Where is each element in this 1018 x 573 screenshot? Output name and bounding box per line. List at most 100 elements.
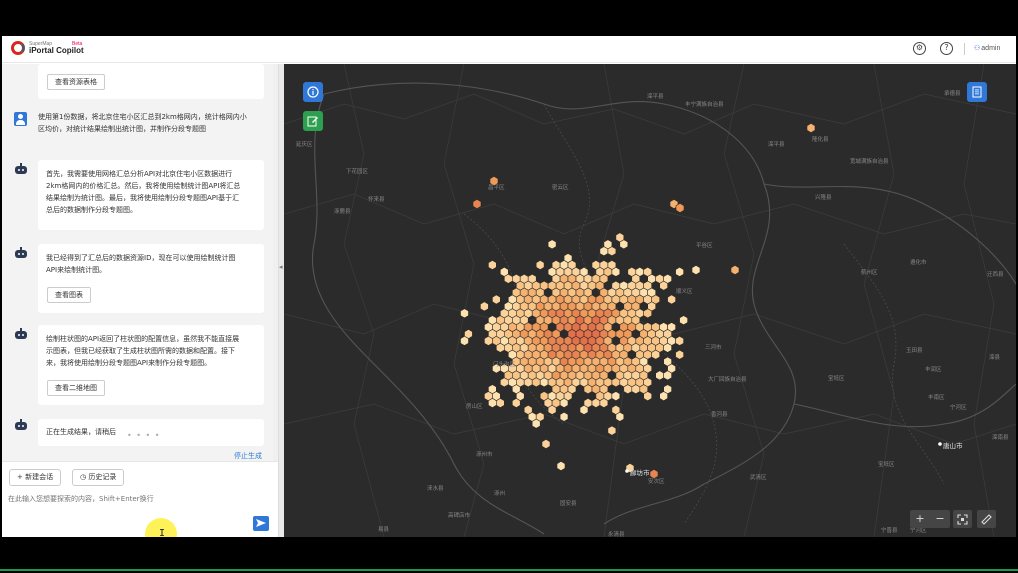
message-line: 来，我将使用绘制分段专题图API来制作分段专题图。 (46, 359, 212, 367)
new-chat-button[interactable]: + 新建会话 (9, 469, 62, 486)
hexagon-cell (691, 265, 701, 275)
chat-input[interactable] (8, 492, 238, 506)
bot-message-card: 查看资源表格 (38, 64, 264, 99)
chat-panel: 查看资源表格 使用第1份数据，将北京住宅小区汇总到2km格网内，统计格网内小 区… (2, 64, 278, 537)
document-icon (972, 86, 982, 98)
hexagon-cell (675, 335, 684, 346)
hexagon-cell (559, 398, 569, 408)
view-chart-button[interactable]: 查看图表 (47, 287, 91, 303)
hexagon-cell (547, 239, 557, 250)
hexagon-cell (611, 391, 621, 402)
hexagon-grid-layer (460, 123, 942, 479)
hexagon-cell (531, 418, 541, 429)
bot-message: 我已经得到了汇总后的数据资源ID，现在可以使用绘制统计图 API来绘制统计图。 (46, 252, 260, 276)
message-line: 首先，我需要使用网格汇总分析API对北京住宅小区数据进行 (46, 170, 233, 178)
map-place-label: 下花园区 (346, 169, 369, 175)
new-chat-label: 新建会话 (25, 473, 54, 481)
beta-badge: Beta (72, 41, 83, 47)
history-button[interactable]: ◷ 历史记录 (72, 469, 125, 486)
map-place-label: 涿鹿县 (334, 209, 351, 215)
map-place-label: 平谷区 (696, 243, 713, 249)
hexagon-cell (659, 391, 668, 402)
map-place-label: 滦县 (989, 355, 1001, 361)
map-place-label: 滦平县 (768, 142, 785, 148)
header-divider (964, 43, 965, 55)
map-place-label: 丰宁满族自治县 (685, 102, 724, 108)
hexagon-cell (591, 398, 601, 408)
hexagon-cell (523, 377, 533, 388)
stop-generating-link[interactable]: 停止生成 (234, 451, 262, 461)
map-place-label: 高碑店市 (448, 513, 471, 519)
hexagon-cell (500, 377, 509, 388)
map-place-label: 固安县 (560, 501, 577, 507)
map-place-label: 宁晋县 (881, 528, 898, 534)
hexagon-cell (512, 398, 521, 408)
hexagon-cell (480, 301, 489, 312)
map-place-label: 密云区 (552, 185, 569, 191)
hexagon-cell (675, 349, 684, 360)
video-progress-line (0, 569, 1018, 571)
map-place-label: 延庆区 (296, 142, 313, 148)
message-line: 区均价，对统计结果绘制出统计图，并制作分段专题图 (38, 125, 206, 133)
user-menu[interactable]: ⚇admin (974, 44, 1000, 52)
map-place-label: 昌平区 (488, 185, 505, 191)
bot-avatar-icon (14, 163, 28, 175)
hexagon-cell (607, 425, 617, 436)
map-place-label: 迁西县 (987, 272, 1004, 278)
settings-gear-icon[interactable]: ⚙ (913, 42, 926, 55)
hexagon-cell (583, 384, 593, 395)
map-place-label: 大厂回族自治县 (708, 377, 747, 383)
send-button[interactable] (253, 516, 269, 531)
hexagon-cell (535, 260, 545, 270)
map-place-label: 房山区 (466, 404, 483, 410)
username: admin (981, 45, 1001, 52)
bot-avatar-icon (14, 419, 28, 431)
info-icon (307, 86, 319, 98)
map-place-label: 蓟州区 (861, 270, 878, 276)
map-place-label: 安次区 (648, 479, 665, 485)
info-button[interactable] (303, 82, 323, 102)
view-2d-map-button[interactable]: 查看二维地图 (47, 380, 105, 396)
history-label: 历史记录 (88, 473, 117, 481)
legend-button[interactable] (967, 82, 987, 102)
bot-avatar-icon (14, 328, 28, 340)
view-resource-table-button[interactable]: 查看资源表格 (47, 74, 105, 90)
edit-button[interactable] (303, 111, 323, 131)
zoom-out-button[interactable]: − (930, 510, 950, 528)
hexagon-cell (599, 398, 609, 408)
map-place-label: 滦平县 (647, 94, 664, 100)
hexagon-cell (643, 391, 652, 402)
collapse-arrow-icon[interactable]: ◂ (279, 263, 283, 271)
hexagon-cell (484, 335, 493, 346)
measure-button[interactable] (977, 510, 996, 528)
message-line: 结果绘制为统计图。最后，我将使用绘制分段专题图API基于汇 (46, 194, 240, 202)
hexagon-cell (675, 203, 685, 213)
map-place-label: 涞水县 (427, 486, 444, 492)
map-place-label: 三河市 (705, 345, 722, 351)
map-place-label: 永清县 (608, 532, 625, 537)
hexagon-cell (679, 315, 688, 326)
full-extent-button[interactable] (953, 510, 972, 528)
supermap-logo-icon (11, 41, 25, 55)
ruler-icon (981, 514, 992, 525)
app-title: iPortal Copilot (29, 46, 84, 55)
hexagon-cell (492, 294, 501, 305)
hexagon-cell (631, 384, 641, 395)
hexagon-cell (547, 404, 557, 415)
hexagon-cell (599, 246, 609, 257)
help-icon[interactable]: ? (940, 42, 953, 55)
user-icon: ⚇ (974, 45, 981, 52)
hexagon-cell (559, 411, 569, 422)
edit-icon (307, 116, 318, 127)
map-place-label: 丰南区 (928, 395, 945, 401)
map-place-label: 兴隆县 (815, 195, 832, 201)
zoom-in-button[interactable]: + (910, 510, 930, 528)
map-place-label: 怀来县 (368, 197, 385, 203)
hexagon-cell (619, 239, 629, 250)
hexagon-cell (806, 123, 816, 133)
hexagon-cell (460, 335, 469, 346)
map-view[interactable]: 延庆区 下花园区 怀来县 涿鹿县 昌平区 密云区 滦平县 丰宁满族自治县 承德县 隆化县 滦平县 宽城… (284, 64, 1016, 537)
hexagon-cell (655, 370, 664, 381)
map-place-label: 宝坻区 (828, 376, 845, 382)
hexagon-cell (488, 398, 497, 408)
